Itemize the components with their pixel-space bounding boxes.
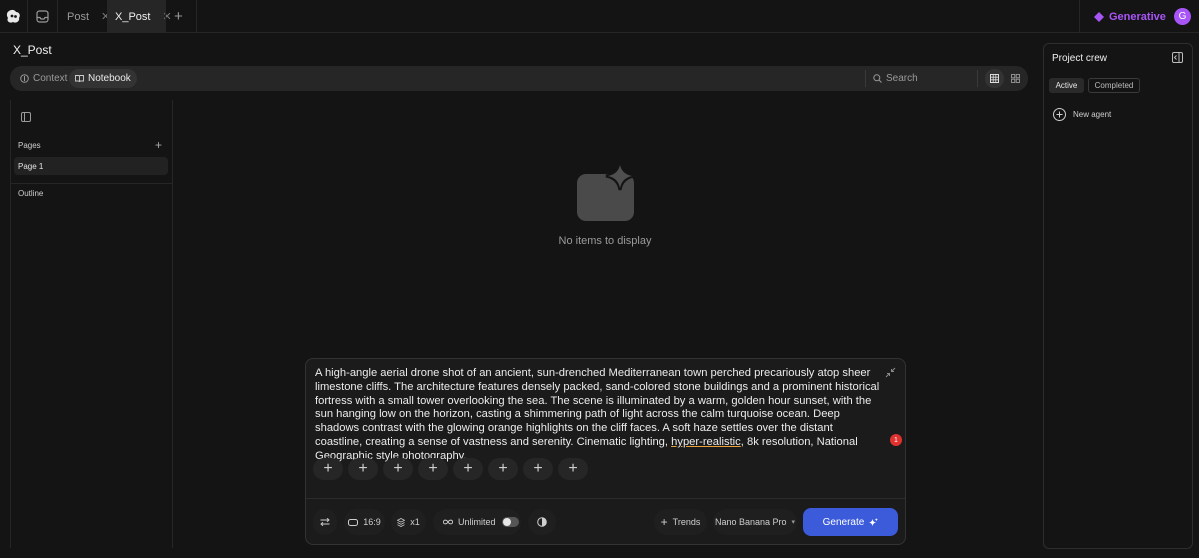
plus-icon: + (568, 460, 578, 477)
notebook-label: Notebook (88, 73, 131, 84)
book-icon (75, 75, 84, 83)
chevron-down-icon: ▾ (791, 519, 796, 526)
add-reference-button[interactable]: + (523, 458, 553, 480)
context-label: Context (33, 73, 68, 84)
plus-icon: + (323, 460, 333, 477)
tab-active[interactable]: Active (1049, 78, 1084, 93)
tab-notebook[interactable]: Notebook (69, 69, 137, 88)
page-title: X_Post (13, 43, 52, 57)
model-label: Nano Banana Pro (714, 517, 787, 527)
notebook-toolbar: Context Notebook Search (10, 66, 1028, 91)
table-icon (990, 74, 999, 83)
style-button[interactable] (528, 509, 556, 535)
new-agent-button[interactable]: New agent (1053, 108, 1111, 121)
diamond-icon (1094, 12, 1104, 22)
tab-label: X_Post (115, 10, 151, 23)
image-count-button[interactable]: x1 (391, 509, 426, 535)
search-icon (873, 74, 882, 83)
plus-icon: + (358, 460, 368, 477)
issues-badge[interactable]: 1 (890, 434, 902, 446)
empty-state-text: No items to display (558, 235, 652, 247)
crew-title: Project crew (1052, 53, 1108, 64)
pages-sidebar: Pages + Page 1 Outline (10, 100, 173, 548)
pages-heading: Pages (18, 141, 41, 150)
contrast-icon (537, 517, 547, 527)
infinity-icon (443, 519, 453, 525)
grid-icon (1011, 74, 1020, 83)
sidebar-toggle-icon[interactable] (21, 112, 31, 122)
plus-icon: + (463, 460, 473, 477)
tab-post[interactable]: Post ✕ (58, 0, 110, 33)
add-reference-button[interactable]: + (453, 458, 483, 480)
generative-button[interactable]: Generative (1094, 11, 1166, 23)
generate-label: Generate (822, 516, 865, 528)
grid-view-button[interactable] (1006, 69, 1025, 88)
panel-collapse-icon[interactable] (1172, 52, 1183, 63)
context-icon (20, 74, 29, 83)
add-reference-button[interactable]: + (418, 458, 448, 480)
collapse-arrows-icon[interactable] (885, 367, 896, 378)
model-select[interactable]: Nano Banana Pro ▾ (713, 509, 797, 535)
plus-icon: + (428, 460, 438, 477)
add-reference-button[interactable]: + (558, 458, 588, 480)
aspect-ratio-button[interactable]: 16:9 (344, 509, 385, 535)
flagged-word[interactable]: hyper-realistic (671, 436, 741, 448)
plus-icon: + (498, 460, 508, 477)
tab-context[interactable]: Context (14, 69, 73, 88)
aspect-ratio-label: 16:9 (363, 517, 381, 527)
aspect-ratio-icon (348, 518, 359, 526)
plus-icon: + (660, 515, 668, 529)
empty-folder-sparkle-icon (574, 162, 638, 224)
image-count-label: x1 (410, 517, 420, 527)
app-logo-icon[interactable] (6, 9, 21, 24)
sidebar-item-page-1[interactable]: Page 1 (14, 157, 168, 175)
prompt-textarea[interactable]: A high-angle aerial drone shot of an anc… (315, 367, 880, 464)
tab-completed[interactable]: Completed (1088, 78, 1140, 93)
add-reference-button[interactable]: + (348, 458, 378, 480)
trends-button[interactable]: + Trends (654, 509, 707, 535)
add-reference-button[interactable]: + (313, 458, 343, 480)
add-page-plus-icon[interactable]: + (155, 138, 162, 152)
toggle-switch[interactable] (501, 517, 519, 527)
sparkle-icon (869, 517, 879, 526)
list-view-button[interactable] (985, 69, 1004, 88)
unlimited-toggle[interactable]: Unlimited (433, 509, 521, 535)
trends-label: Trends (672, 517, 701, 527)
settings-swap-button[interactable] (313, 509, 337, 535)
unlimited-label: Unlimited (458, 517, 496, 527)
close-icon[interactable]: ✕ (162, 10, 171, 23)
generative-label: Generative (1109, 11, 1166, 23)
tab-label: Post (67, 10, 90, 23)
top-bar: Post ✕ X_Post ✕ + Generative G (0, 0, 1199, 33)
stack-icon (397, 517, 406, 527)
inbox-icon[interactable] (36, 10, 49, 23)
search-input[interactable]: Search (886, 73, 918, 84)
new-agent-label: New agent (1073, 110, 1112, 119)
generate-button[interactable]: Generate (803, 508, 898, 536)
plus-icon: + (393, 460, 403, 477)
tab-x-post[interactable]: X_Post ✕ (107, 0, 172, 33)
plus-icon: + (533, 460, 543, 477)
add-reference-button[interactable]: + (383, 458, 413, 480)
outline-heading: Outline (18, 189, 44, 198)
swap-icon (320, 518, 330, 526)
new-tab-plus-icon[interactable]: + (174, 8, 183, 25)
search-field[interactable]: Search (873, 69, 973, 88)
add-reference-button[interactable]: + (488, 458, 518, 480)
plus-circle-icon (1053, 108, 1066, 121)
project-crew-panel: Project crew Active Completed New agent (1043, 43, 1193, 549)
avatar[interactable]: G (1174, 8, 1191, 25)
